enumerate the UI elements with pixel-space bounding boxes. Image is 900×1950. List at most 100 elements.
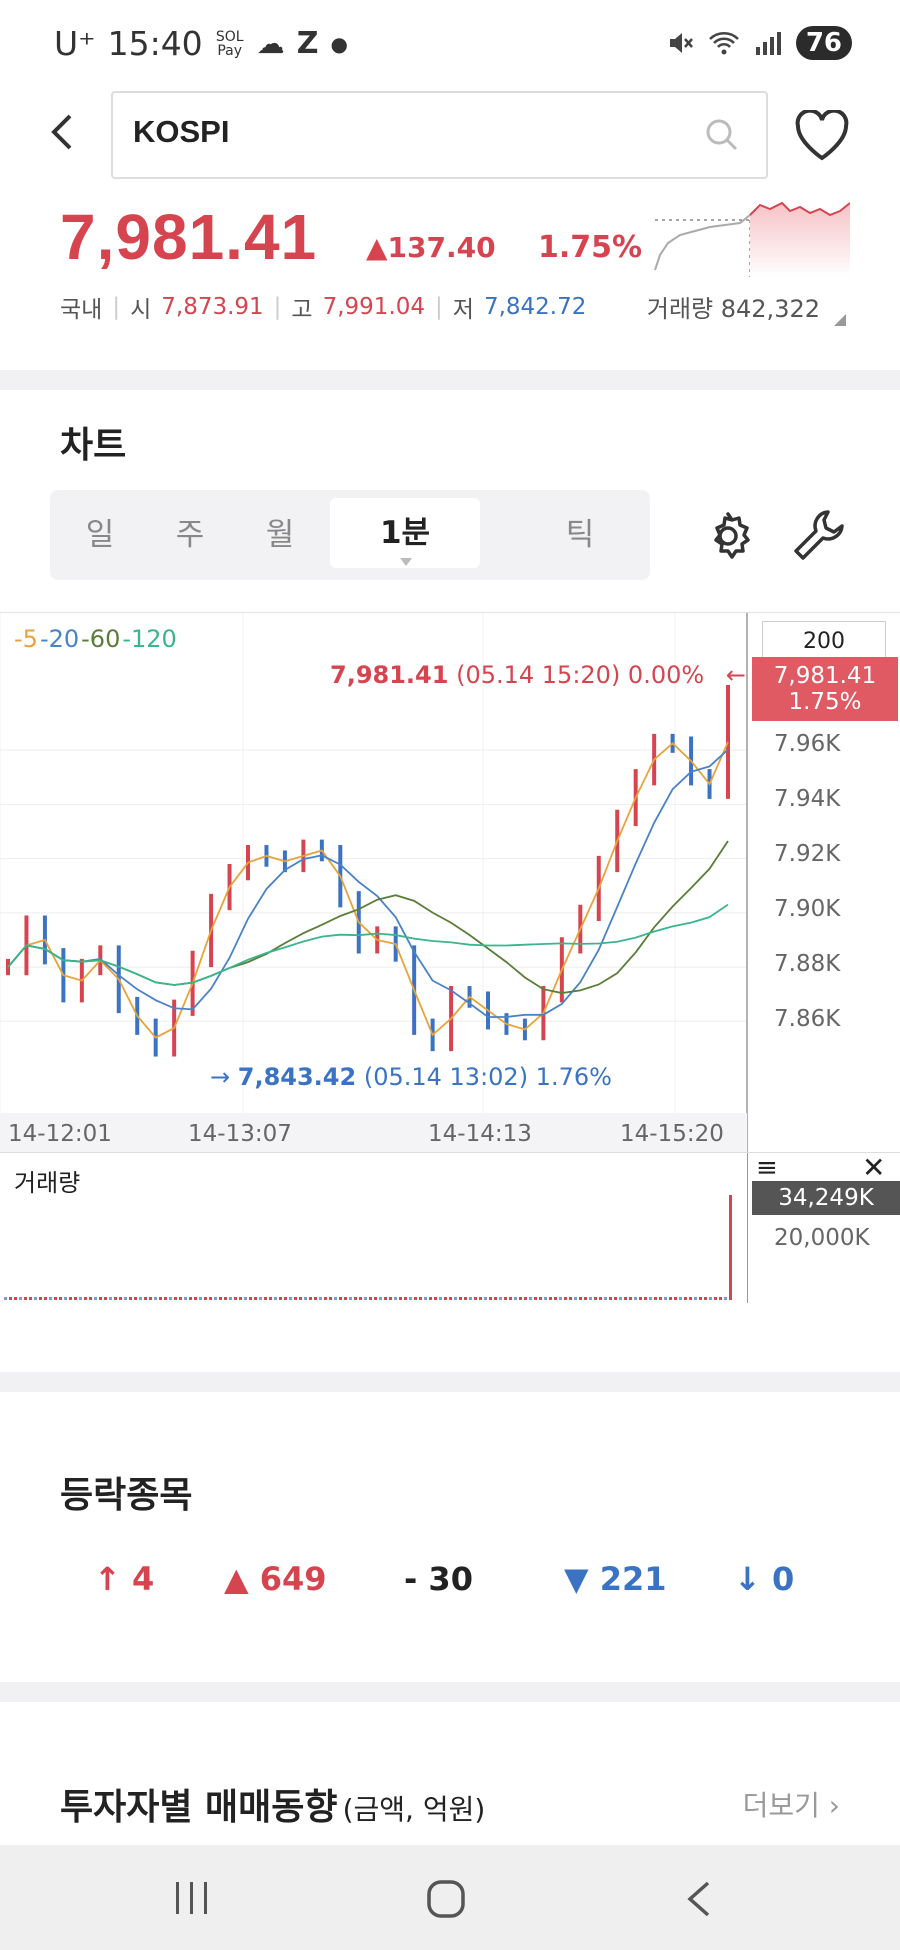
favorite-heart-icon[interactable] xyxy=(794,110,850,162)
chart-settings-gear-icon[interactable] xyxy=(700,508,756,564)
more-link-label: 더보기 xyxy=(742,1789,820,1822)
volume-bar xyxy=(14,1297,17,1300)
chart-section-title: 차트 xyxy=(60,425,127,466)
upper-limit-count[interactable]: ↑ 4 xyxy=(94,1560,154,1598)
y-tick-label: 7.96K xyxy=(774,731,841,757)
volume-bar xyxy=(314,1297,317,1300)
volume-bar xyxy=(99,1297,102,1300)
volume-close-icon[interactable]: ✕ xyxy=(862,1151,885,1184)
current-price-tag-pct: 1.75% xyxy=(788,689,862,715)
tab-week[interactable]: 주 xyxy=(140,490,240,580)
volume-bar xyxy=(44,1297,47,1300)
volume-chart[interactable]: 거래량 ≡ ✕ 34,249K 20,000K xyxy=(0,1151,900,1303)
volume-bar xyxy=(669,1297,672,1300)
volume-bar xyxy=(389,1297,392,1300)
lower-limit-arrow-icon: ↓ xyxy=(734,1560,772,1598)
volume-bar xyxy=(54,1297,57,1300)
investor-trend-header: 투자자별 매매동향 (금액, 억원) xyxy=(60,1778,485,1830)
volume-bar xyxy=(554,1297,557,1300)
investor-trend-title: 투자자별 매매동향 xyxy=(60,1787,338,1828)
price-chart[interactable]: -5 -20 -60 -120 200 7,981.41 1.75% 7,981… xyxy=(0,612,900,1153)
ma60-legend: -60 xyxy=(81,625,121,653)
wifi-icon xyxy=(708,32,739,55)
volume-bar xyxy=(279,1297,282,1300)
low-label: 저 xyxy=(452,297,474,323)
system-nav-bar xyxy=(0,1845,900,1950)
volume-bar xyxy=(64,1297,67,1300)
search-input[interactable] xyxy=(131,113,675,151)
volume-bar xyxy=(284,1297,287,1300)
volume-bar xyxy=(339,1297,342,1300)
volume-bar xyxy=(504,1297,507,1300)
high-annotation-detail: (05.14 15:20) 0.00% xyxy=(456,661,705,689)
x-tick-label: 14-15:20 xyxy=(620,1121,724,1147)
intraday-sparkline[interactable] xyxy=(650,195,850,277)
chart-period-tabs: 일 주 월 1분 틱 xyxy=(50,490,650,580)
volume-bar xyxy=(709,1297,712,1300)
high-annotation-price: 7,981.41 xyxy=(330,661,449,689)
advance-decline-title: 등락종목 xyxy=(60,1475,193,1516)
ma20-legend: -20 xyxy=(39,625,80,653)
volume-bar xyxy=(539,1297,542,1300)
home-icon[interactable] xyxy=(426,1879,466,1919)
volume-bar xyxy=(194,1297,197,1300)
back-arrow-icon[interactable] xyxy=(44,112,84,152)
volume-bar xyxy=(79,1297,82,1300)
volume-bar xyxy=(469,1297,472,1300)
volume-bar xyxy=(444,1297,447,1300)
current-price-tag: 7,981.41 1.75% xyxy=(752,657,898,721)
low-value: 7,842.72 xyxy=(483,294,587,320)
volume-bar xyxy=(499,1297,502,1300)
tab-month[interactable]: 월 xyxy=(230,490,330,580)
price-change: ▲137.40 xyxy=(366,231,496,264)
tab-day[interactable]: 일 xyxy=(50,490,150,580)
volume-bar xyxy=(104,1297,107,1300)
volume-bar xyxy=(234,1297,237,1300)
volume-bar xyxy=(94,1297,97,1300)
volume-bar xyxy=(39,1297,42,1300)
volume-bar xyxy=(659,1297,662,1300)
investor-trend-subtitle: (금액, 억원) xyxy=(342,1793,486,1826)
volume-bar xyxy=(174,1297,177,1300)
volume-bar xyxy=(244,1297,247,1300)
volume-bar xyxy=(544,1297,547,1300)
volume-bar xyxy=(109,1297,112,1300)
volume-axis-label: 20,000K xyxy=(774,1225,870,1251)
volume-bar xyxy=(269,1297,272,1300)
investor-more-link[interactable]: 더보기 › xyxy=(743,1784,840,1824)
low-annotation-price: 7,843.42 xyxy=(237,1063,357,1091)
z-app-icon: Z xyxy=(296,26,319,61)
declining-count[interactable]: ▼ 221 xyxy=(564,1560,667,1598)
volume-bar xyxy=(704,1297,707,1300)
section-divider xyxy=(0,1372,900,1392)
volume-bar xyxy=(724,1297,727,1300)
tab-tick[interactable]: 틱 xyxy=(530,490,630,580)
expand-corner-icon[interactable] xyxy=(834,314,846,326)
volume-bar xyxy=(494,1297,497,1300)
volume-bar xyxy=(634,1297,637,1300)
volume-bar xyxy=(159,1297,162,1300)
volume-bar xyxy=(684,1297,687,1300)
volume-bar xyxy=(169,1297,172,1300)
carrier-label: U⁺ xyxy=(54,24,96,63)
advancing-count[interactable]: ▲ 649 xyxy=(224,1560,327,1598)
volume-bar xyxy=(144,1297,147,1300)
volume-bar xyxy=(429,1297,432,1300)
search-box[interactable] xyxy=(111,91,768,179)
chevron-right-icon: › xyxy=(828,1789,840,1822)
nav-back-icon[interactable] xyxy=(684,1879,714,1919)
recent-apps-icon[interactable] xyxy=(172,1880,212,1916)
chart-tools-wrench-icon[interactable] xyxy=(790,506,848,564)
volume-current-tag: 34,249K xyxy=(752,1181,900,1215)
low-arrow-icon: → xyxy=(210,1063,231,1091)
unchanged-count[interactable]: - 30 xyxy=(404,1560,473,1598)
high-annotation: 7,981.41 (05.14 15:20) 0.00% ← xyxy=(330,661,746,689)
volume-menu-icon[interactable]: ≡ xyxy=(756,1153,778,1183)
volume-bar xyxy=(674,1297,677,1300)
volume-bar xyxy=(49,1297,52,1300)
search-icon[interactable] xyxy=(704,117,740,153)
volume-bar xyxy=(84,1297,87,1300)
volume-bar xyxy=(459,1297,462,1300)
volume-bar xyxy=(574,1297,577,1300)
lower-limit-count[interactable]: ↓ 0 xyxy=(734,1560,794,1598)
